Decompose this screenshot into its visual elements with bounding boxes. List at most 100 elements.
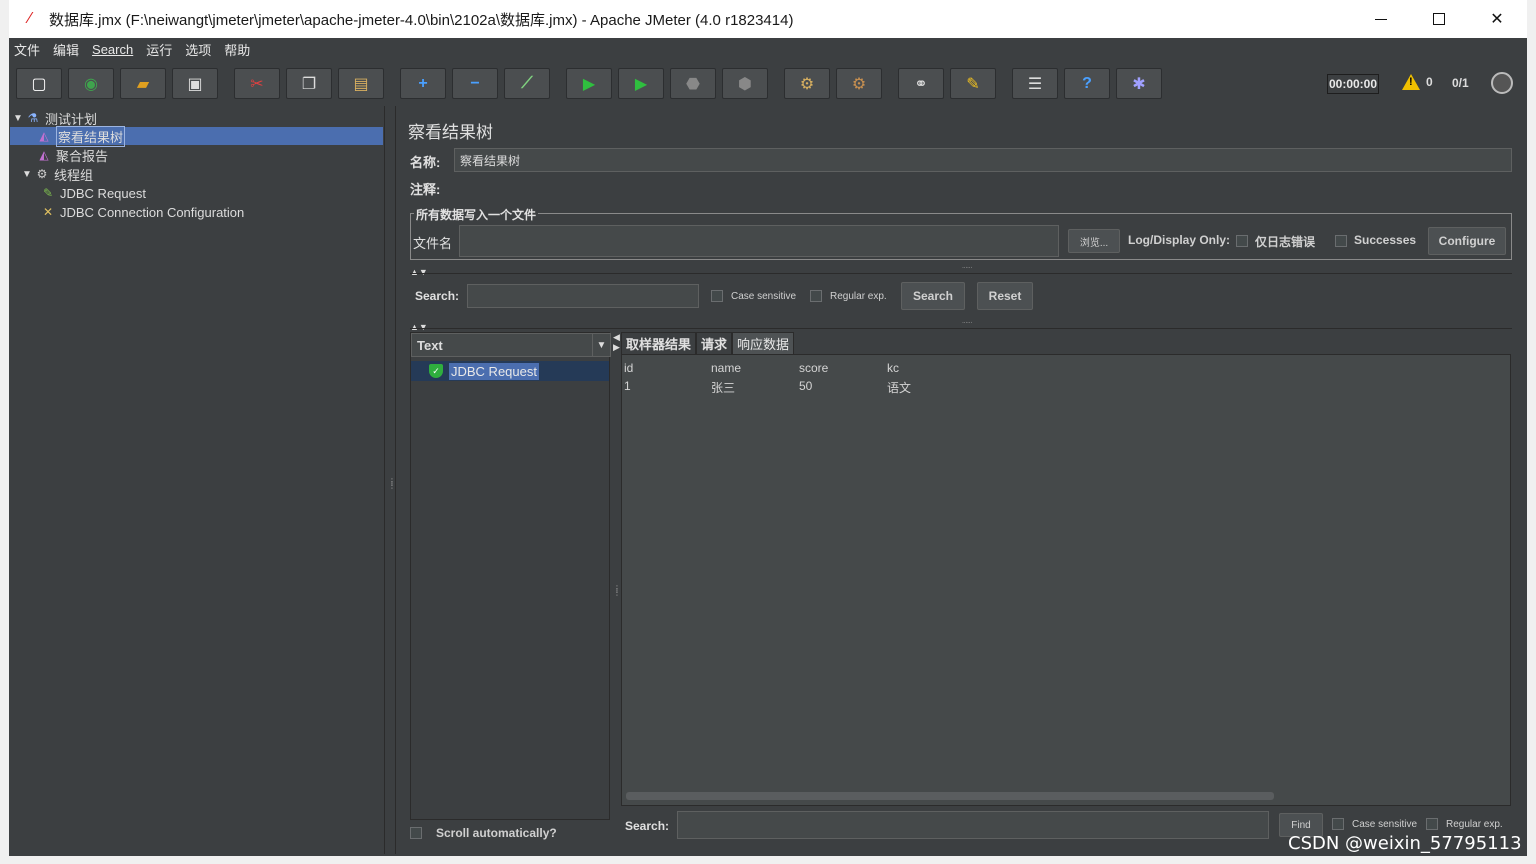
menu-file[interactable]: 文件 bbox=[14, 40, 40, 59]
start-button[interactable]: ▶ bbox=[566, 68, 612, 99]
start-icon: ▶ bbox=[582, 75, 596, 93]
close-button[interactable]: ✕ bbox=[1468, 0, 1526, 38]
elapsed-timer: 00:00:00 bbox=[1327, 74, 1379, 94]
active-threads: 0/1 bbox=[1452, 76, 1469, 90]
split-divider-bottom[interactable]: ▲▼ ˙˙˙˙˙˙ bbox=[410, 321, 1512, 332]
browse-button[interactable]: 浏览... bbox=[1068, 229, 1120, 253]
function-helper-button[interactable]: ☰ bbox=[1012, 68, 1058, 99]
split-divider-top[interactable]: ▲▼ ˙˙˙˙˙˙ bbox=[410, 266, 1512, 277]
write-to-file-legend: 所有数据写入一个文件 bbox=[414, 206, 539, 223]
success-shield-icon: ✓ bbox=[429, 364, 443, 378]
toggle-button[interactable]: ⟋ bbox=[504, 68, 550, 99]
stop-icon: ⬣ bbox=[686, 75, 700, 93]
table-cell-id: 1 bbox=[624, 379, 631, 393]
name-field[interactable]: 察看结果树 bbox=[454, 148, 1512, 172]
menu-help[interactable]: 帮助 bbox=[224, 40, 250, 59]
tab-response-data[interactable]: 响应数据 bbox=[732, 332, 795, 354]
expand-arrow-icon[interactable]: ▼ bbox=[13, 113, 25, 124]
close-icon: ✕ bbox=[1490, 11, 1504, 28]
window-titlebar: ⁄ 数据库.jmx (F:\neiwangt\jmeter\jmeter\apa… bbox=[9, 0, 1527, 38]
search-input[interactable] bbox=[467, 284, 699, 308]
menu-options[interactable]: 选项 bbox=[185, 40, 211, 59]
save-button[interactable]: ▣ bbox=[172, 68, 218, 99]
vertical-splitter[interactable]: ⋮ ⋮ bbox=[385, 106, 396, 854]
clear-all-button[interactable]: ⚙ bbox=[836, 68, 882, 99]
maximize-button[interactable] bbox=[1410, 0, 1468, 38]
window-title: 数据库.jmx (F:\neiwangt\jmeter\jmeter\apach… bbox=[49, 11, 794, 29]
start-no-pause-icon: ▶ bbox=[634, 75, 648, 93]
warning-icon bbox=[1402, 74, 1420, 90]
find-case-sensitive-checkbox[interactable] bbox=[1332, 818, 1344, 830]
scroll-auto-checkbox[interactable] bbox=[410, 827, 422, 839]
menu-edit[interactable]: 编辑 bbox=[53, 40, 79, 59]
shutdown-button[interactable]: ⬢ bbox=[722, 68, 768, 99]
successes-checkbox[interactable] bbox=[1335, 235, 1347, 247]
test-plan-icon: ⚗ bbox=[27, 111, 39, 125]
search-label: Search: bbox=[415, 289, 460, 303]
remote-button[interactable]: ✱ bbox=[1116, 68, 1162, 99]
tree-node[interactable]: ▼ ⚗ 测试计划 bbox=[13, 109, 97, 127]
renderer-select[interactable]: Text ▼ bbox=[411, 333, 611, 357]
comment-field[interactable] bbox=[448, 179, 1512, 195]
csdn-watermark: CSDN @weixin_57795113 bbox=[1288, 833, 1522, 854]
successes-label: Successes bbox=[1354, 233, 1417, 247]
open-icon: ▰ bbox=[136, 75, 150, 93]
tree-node-label: 察看结果树 bbox=[56, 125, 126, 147]
warning-indicator[interactable]: 0 bbox=[1402, 74, 1433, 90]
search-button[interactable]: ⚭ bbox=[898, 68, 944, 99]
tree-node[interactable]: ◭ 察看结果树 bbox=[10, 125, 383, 147]
open-button[interactable]: ▰ bbox=[120, 68, 166, 99]
list-item[interactable]: ✓ JDBC Request bbox=[411, 361, 609, 381]
tab-request[interactable]: 请求 bbox=[696, 332, 733, 354]
horizontal-scrollbar[interactable] bbox=[626, 792, 1274, 800]
clear-button[interactable]: ⚙ bbox=[784, 68, 830, 99]
toolbar: 00:00:00 0 0/1 ▢ ◉ ▰ ▣ ✂ ❐ ▤ + − ⟋ ▶ ▶ ⬣ ⬢ ⚙ ⚙ ⚭ ✎ ☰? ✱ bbox=[9, 60, 1527, 106]
regex-checkbox[interactable] bbox=[810, 290, 822, 302]
expand-button[interactable]: + bbox=[400, 68, 446, 99]
response-data-area[interactable]: id name score kc 1 张三 50 语文 bbox=[621, 354, 1511, 806]
tree-node[interactable]: ▼ ⚙ 线程组 bbox=[22, 165, 93, 183]
tree-node[interactable]: ✕ JDBC Connection Configuration bbox=[40, 203, 244, 221]
regex-label: Regular exp. bbox=[830, 291, 887, 302]
errors-only-checkbox[interactable] bbox=[1236, 235, 1248, 247]
search-button[interactable]: Search bbox=[901, 282, 965, 310]
collapse-button[interactable]: − bbox=[452, 68, 498, 99]
paste-button[interactable]: ▤ bbox=[338, 68, 384, 99]
templates-button[interactable]: ◉ bbox=[68, 68, 114, 99]
sampler-icon: ✎ bbox=[42, 186, 54, 200]
find-input[interactable] bbox=[677, 811, 1269, 839]
copy-button[interactable]: ❐ bbox=[286, 68, 332, 99]
start-no-pause-button[interactable]: ▶ bbox=[618, 68, 664, 99]
remote-globe-icon[interactable] bbox=[1491, 72, 1513, 94]
minimize-button[interactable] bbox=[1352, 0, 1410, 38]
tree-node[interactable]: ◭ 聚合报告 bbox=[36, 146, 108, 164]
help-button[interactable]: ? bbox=[1064, 68, 1110, 99]
scroll-auto-label: Scroll automatically? bbox=[436, 826, 557, 840]
stop-button[interactable]: ⬣ bbox=[670, 68, 716, 99]
listener-icon: ◭ bbox=[39, 148, 49, 162]
expand-arrow-icon[interactable]: ▼ bbox=[22, 169, 34, 180]
errors-only-label: 仅日志错误 bbox=[1255, 235, 1316, 249]
divider-line bbox=[410, 273, 1512, 274]
tab-sampler-result[interactable]: 取样器结果 bbox=[621, 332, 697, 354]
find-case-sensitive-label: Case sensitive bbox=[1352, 819, 1418, 830]
filename-input[interactable] bbox=[459, 225, 1059, 257]
gear-icon: ⚙ bbox=[36, 167, 48, 181]
menu-bar: 文件 编辑 Search 运行 选项 帮助 bbox=[9, 38, 1527, 60]
reset-button[interactable]: Reset bbox=[977, 282, 1033, 310]
tree-node[interactable]: ✎ JDBC Request bbox=[40, 184, 146, 202]
menu-run[interactable]: 运行 bbox=[146, 40, 172, 59]
cut-button[interactable]: ✂ bbox=[234, 68, 280, 99]
case-sensitive-checkbox[interactable] bbox=[711, 290, 723, 302]
chevron-down-icon[interactable]: ▼ bbox=[592, 334, 610, 356]
menu-search[interactable]: Search bbox=[92, 42, 133, 57]
shutdown-icon: ⬢ bbox=[738, 75, 752, 93]
copy-icon: ❐ bbox=[301, 75, 317, 93]
find-regex-checkbox[interactable] bbox=[1426, 818, 1438, 830]
new-button[interactable]: ▢ bbox=[16, 68, 62, 99]
function-helper-icon: ☰ bbox=[1027, 75, 1043, 93]
result-splitter[interactable]: ◀ ▶ ⋮ ⋮ bbox=[612, 332, 621, 820]
configure-button[interactable]: Configure bbox=[1428, 227, 1506, 255]
reset-search-button[interactable]: ✎ bbox=[950, 68, 996, 99]
tree-node-label: 聚合报告 bbox=[56, 148, 109, 164]
